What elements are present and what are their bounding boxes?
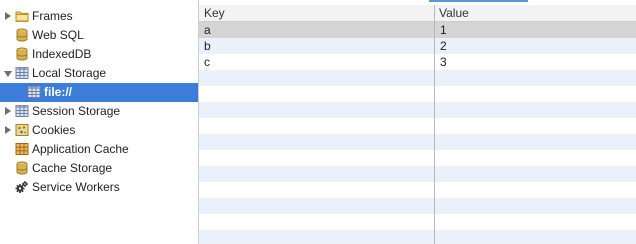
sidebar-item-label: file:// xyxy=(44,85,73,99)
empty-row xyxy=(199,214,636,230)
sidebar-item-indexeddb[interactable]: IndexedDB xyxy=(0,45,198,64)
empty-row xyxy=(199,166,636,182)
resize-accent xyxy=(429,0,528,2)
storage-sidebar: Frames Web SQL IndexedDB Local Storage file:… xyxy=(0,0,199,244)
cookie-icon xyxy=(15,123,29,137)
column-header-value[interactable]: Value xyxy=(434,5,636,21)
table-row[interactable]: a1 xyxy=(199,22,636,38)
empty-row xyxy=(199,102,636,118)
sidebar-item-web-sql[interactable]: Web SQL xyxy=(0,26,198,45)
sidebar-item-label: Session Storage xyxy=(32,104,121,118)
sidebar-item-service-workers[interactable]: Service Workers xyxy=(0,178,198,197)
sidebar-item-session-storage[interactable]: Session Storage xyxy=(0,102,198,121)
value-cell[interactable]: 3 xyxy=(435,54,447,70)
empty-row xyxy=(199,150,636,166)
sidebar-item-cache-storage[interactable]: Cache Storage xyxy=(0,159,198,178)
database-icon xyxy=(15,161,29,175)
folder-icon xyxy=(15,9,29,23)
empty-row xyxy=(199,198,636,214)
sidebar-item-application-cache[interactable]: Application Cache xyxy=(0,140,198,159)
sidebar-item-label: Service Workers xyxy=(32,180,120,194)
database-icon xyxy=(15,28,29,42)
empty-row xyxy=(199,134,636,150)
sidebar-item-local-storage[interactable]: Local Storage xyxy=(0,64,198,83)
database-icon xyxy=(15,47,29,61)
sidebar-item-label: Cookies xyxy=(32,123,76,137)
table-row[interactable]: b2 xyxy=(199,38,636,54)
empty-row xyxy=(199,118,636,134)
sidebar-item-file[interactable]: file:// xyxy=(0,83,198,102)
sidebar-item-cookies[interactable]: Cookies xyxy=(0,121,198,140)
empty-row xyxy=(199,182,636,198)
storage-data-grid: Key Value a1b2c3 xyxy=(199,0,636,244)
gears-icon xyxy=(15,180,29,194)
grid-header: Key Value xyxy=(199,5,636,22)
table-row[interactable]: c3 xyxy=(199,54,636,70)
empty-row xyxy=(199,70,636,86)
table-icon xyxy=(15,66,29,80)
sidebar-item-label: Web SQL xyxy=(32,28,84,42)
collapsed-arrow-icon[interactable] xyxy=(5,12,11,20)
value-cell[interactable]: 1 xyxy=(435,22,447,38)
sidebar-item-label: Local Storage xyxy=(32,66,107,80)
empty-row xyxy=(199,86,636,102)
sidebar-item-label: Cache Storage xyxy=(32,161,113,175)
storage-panel: Frames Web SQL IndexedDB Local Storage file:… xyxy=(0,0,636,244)
grid-icon xyxy=(15,142,29,156)
column-divider[interactable] xyxy=(434,5,435,244)
collapsed-arrow-icon[interactable] xyxy=(5,107,11,115)
key-cell[interactable]: b xyxy=(199,38,211,54)
key-cell[interactable]: a xyxy=(199,22,211,38)
value-cell[interactable]: 2 xyxy=(435,38,447,54)
storage-tree: Frames Web SQL IndexedDB Local Storage file:… xyxy=(0,7,198,197)
table-icon xyxy=(15,104,29,118)
table-icon xyxy=(27,85,41,99)
key-cell[interactable]: c xyxy=(199,54,210,70)
sidebar-item-label: IndexedDB xyxy=(32,47,92,61)
grid-rows: a1b2c3 xyxy=(199,22,636,244)
sidebar-item-label: Application Cache xyxy=(32,142,129,156)
empty-row xyxy=(199,230,636,244)
column-header-key[interactable]: Key xyxy=(199,5,434,21)
sidebar-item-label: Frames xyxy=(32,9,73,23)
sidebar-item-frames[interactable]: Frames xyxy=(0,7,198,26)
expanded-arrow-icon[interactable] xyxy=(4,71,12,77)
collapsed-arrow-icon[interactable] xyxy=(5,126,11,134)
